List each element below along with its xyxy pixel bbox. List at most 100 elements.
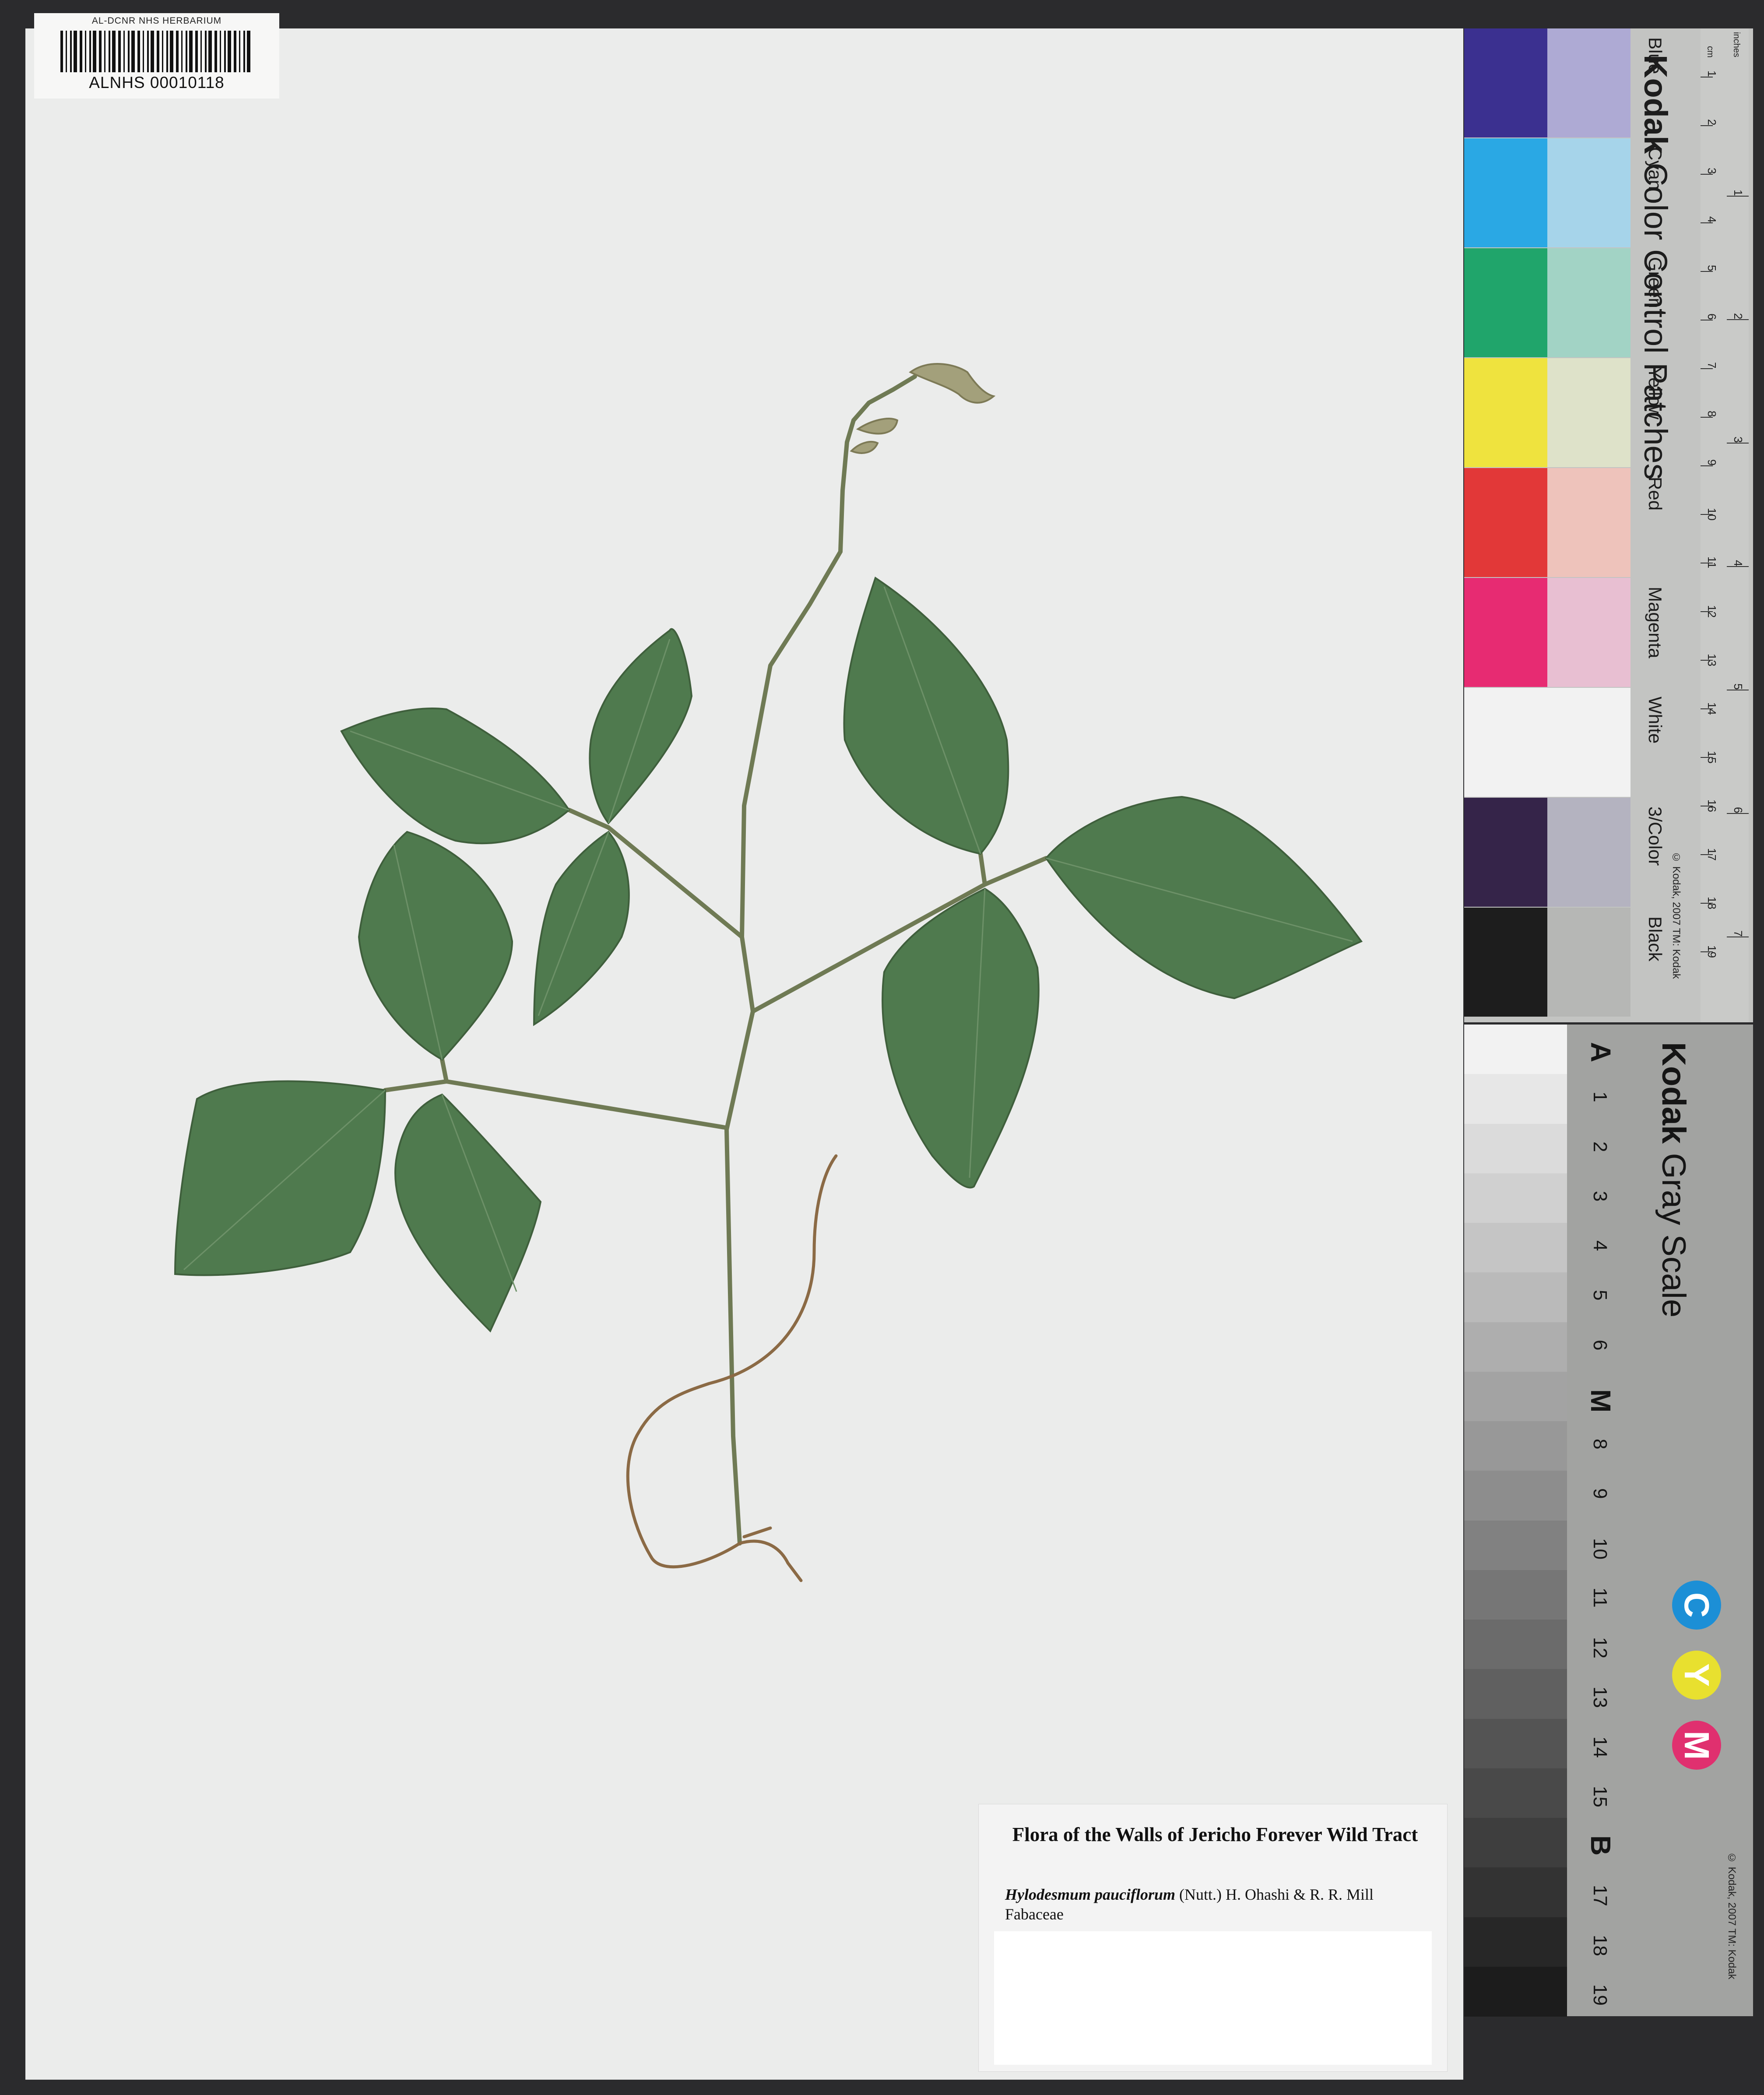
gray-step	[1464, 1768, 1567, 1818]
ruler-cm-tick	[1701, 222, 1713, 223]
gray-step-label: 18	[1589, 1934, 1611, 1956]
color-card-title-text: Color Control Patches	[1637, 162, 1674, 480]
color-patch-black-dark	[1464, 908, 1547, 1017]
ruler-inch-label: 3	[1732, 437, 1745, 443]
ruler-inch-label: 5	[1732, 683, 1745, 690]
ruler-cm-tick	[1701, 271, 1713, 272]
gray-step-label: 3	[1589, 1190, 1611, 1202]
color-patch-label: Blue	[1645, 37, 1666, 74]
gray-step-label: 1	[1589, 1092, 1611, 1102]
color-patch-label: White	[1645, 697, 1666, 744]
color-patch-label: Yellow	[1645, 367, 1666, 419]
gray-step-label: 13	[1589, 1687, 1611, 1708]
ruler-inch-tick	[1727, 443, 1749, 444]
gray-card-brand: Kodak	[1655, 1042, 1692, 1144]
ruler-inch-label: 7	[1732, 930, 1745, 937]
gray-step	[1464, 1123, 1567, 1174]
color-patch-white-dark	[1464, 688, 1547, 797]
herbarium-sheet	[25, 28, 1463, 2080]
family-name: Fabaceae	[1005, 1905, 1064, 1923]
gray-step-label: B	[1585, 1835, 1616, 1856]
color-card-ruler: inches cm 123456789101112131415161718191…	[1701, 28, 1749, 1061]
ruler-cm-tick	[1701, 757, 1713, 758]
color-patch-magenta-light	[1547, 578, 1630, 687]
ruler-cm-label: 5	[1705, 265, 1718, 271]
scientific-name-line: Hylodesmum pauciflorum (Nutt.) H. Ohashi…	[1005, 1885, 1374, 1904]
gray-card-copyright: © Kodak, 2007 TM: Kodak	[1726, 1852, 1738, 1979]
gray-step	[1464, 1223, 1567, 1273]
ruler-inch-label: 6	[1732, 807, 1745, 813]
ruler-unit-inches: inches	[1732, 32, 1741, 57]
gray-card-title: Kodak Gray Scale	[1655, 1042, 1693, 1317]
color-patch-cyan-dark	[1464, 138, 1547, 247]
ruler-inch-tick	[1727, 813, 1749, 814]
gray-step	[1464, 1818, 1567, 1868]
ruler-cm-tick	[1701, 854, 1713, 855]
color-patch-red-light	[1547, 468, 1630, 577]
kodak-gray-scale-card: Kodak Gray Scale © Kodak, 2007 TM: Kodak…	[1464, 1025, 1753, 2017]
color-patch-green-dark	[1464, 248, 1547, 357]
kodak-color-control-card: Kodak Color Control Patches inches cm 12…	[1464, 28, 1753, 1061]
accession-number: ALNHS 00010118	[89, 74, 225, 92]
color-patch-label: Black	[1645, 916, 1666, 961]
ruler-cm-label: 9	[1705, 459, 1718, 466]
color-patch-label: Cyan	[1645, 147, 1666, 190]
ruler-inch-label: 2	[1732, 313, 1745, 320]
ruler-inch-label: 1	[1732, 190, 1745, 196]
gray-step-label: 5	[1589, 1290, 1611, 1301]
gray-scale-strip	[1464, 1025, 1567, 2017]
gray-step-label: 6	[1589, 1339, 1611, 1350]
color-patch-label: Green	[1645, 257, 1666, 308]
ruler-cm-label: 7	[1705, 362, 1718, 369]
ruler-cm-tick	[1701, 903, 1713, 904]
color-patch-red-dark	[1464, 468, 1547, 577]
ruler-cm-tick	[1701, 708, 1713, 709]
gray-step-label: 12	[1589, 1637, 1611, 1658]
gray-step-label: 4	[1589, 1240, 1611, 1251]
barcode-label: AL-DCNR NHS HERBARIUM ALNHS 00010118	[34, 13, 279, 99]
gray-step-label: 17	[1589, 1885, 1611, 1907]
ruler-cm-tick	[1701, 611, 1713, 612]
gray-card-title-text: Gray Scale	[1655, 1153, 1692, 1318]
gray-step	[1464, 1966, 1567, 2017]
ruler-inch-tick	[1727, 566, 1749, 567]
cmy-dot-m: M	[1672, 1721, 1721, 1770]
gray-step-label: 11	[1589, 1587, 1611, 1608]
gray-step-label: 2	[1589, 1141, 1611, 1152]
color-patch-yellow-light	[1547, 358, 1630, 467]
color-patch-yellow-dark	[1464, 358, 1547, 467]
ruler-cm-label: 8	[1705, 411, 1718, 417]
color-patch-cyan-light	[1547, 138, 1630, 247]
gray-step	[1464, 1025, 1567, 1075]
ruler-cm-label: 2	[1705, 119, 1718, 126]
ruler-cm-tick	[1701, 951, 1713, 952]
ruler-inch-label: 4	[1732, 560, 1745, 567]
gray-step	[1464, 1272, 1567, 1323]
gray-step	[1464, 1371, 1567, 1422]
ruler-inch-tick	[1727, 196, 1749, 197]
ruler-unit-cm: cm	[1705, 46, 1715, 58]
gray-scale-labels: Kodak Gray Scale © Kodak, 2007 TM: Kodak…	[1567, 1025, 1753, 2016]
color-patch-label: 3/Color	[1645, 806, 1666, 866]
cmy-dot-c: C	[1672, 1581, 1721, 1630]
gray-step-label: 15	[1589, 1785, 1611, 1807]
ruler-cm-label: 4	[1705, 216, 1718, 223]
herbarium-name: AL-DCNR NHS HERBARIUM	[91, 16, 222, 26]
ruler-inch-tick	[1727, 319, 1749, 320]
barcode-bars	[60, 31, 253, 72]
color-patch-blue-light	[1547, 28, 1630, 137]
cmy-dot-y: Y	[1672, 1651, 1721, 1700]
ruler-cm-tick	[1701, 174, 1713, 175]
color-patch-3-color-dark	[1464, 798, 1547, 907]
ruler-cm-label: 3	[1705, 168, 1718, 174]
label-title: Flora of the Walls of Jericho Forever Wi…	[1012, 1824, 1418, 1845]
color-patch-label: Red	[1645, 477, 1666, 511]
gray-step	[1464, 1867, 1567, 1918]
gray-step	[1464, 1669, 1567, 1719]
color-card-copyright: © Kodak, 2007 TM: Kodak	[1670, 852, 1682, 979]
gray-step	[1464, 1520, 1567, 1570]
scientific-name: Hylodesmum pauciflorum	[1005, 1886, 1176, 1903]
gray-step-label: 14	[1589, 1736, 1611, 1758]
color-patch-3-color-light	[1547, 798, 1630, 907]
label-blank-area	[994, 1931, 1432, 2065]
